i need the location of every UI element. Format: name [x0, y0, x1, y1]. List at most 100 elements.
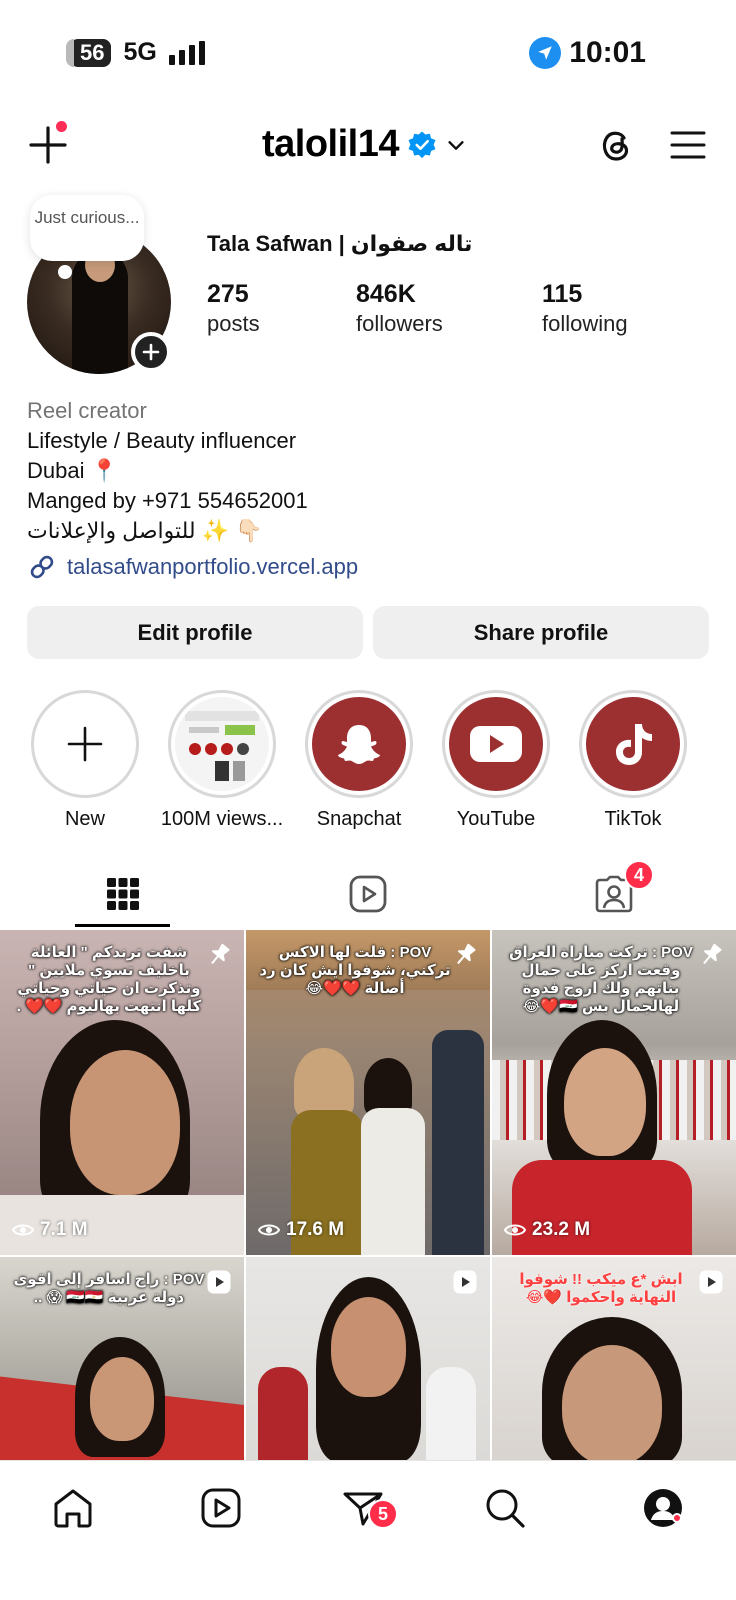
plus-icon — [67, 726, 103, 762]
stat-following[interactable]: 115 following — [542, 280, 628, 337]
tagged-count-badge: 4 — [624, 860, 654, 890]
tab-posts-grid[interactable] — [0, 860, 245, 928]
profile-header: talolil14 — [0, 115, 736, 175]
post-view-count: 17.6 M — [286, 1219, 345, 1240]
reels-icon — [349, 875, 386, 913]
account-switcher[interactable]: talolil14 — [262, 123, 467, 166]
post-tile[interactable]: POV : تركت مباراة العراق وقعت اركز على ج… — [492, 930, 736, 1255]
link-icon — [30, 555, 54, 579]
pin-icon — [457, 943, 476, 965]
profile-actions: Edit profile Share profile — [27, 606, 709, 659]
pin-icon — [211, 943, 230, 965]
stat-label: following — [542, 311, 628, 336]
highlight-bg — [312, 697, 406, 791]
youtube-icon — [470, 726, 522, 762]
highlight-ring — [442, 690, 550, 798]
highlight-label: TikTok — [604, 808, 662, 830]
highlight-bg — [586, 697, 680, 791]
post-tile[interactable]: شفت ترندكم " العائلة باخليف تسوي ملايين … — [0, 930, 244, 1255]
nav-profile[interactable] — [638, 1483, 688, 1533]
bio-link[interactable]: talasafwanportfolio.vercel.app — [27, 552, 707, 582]
highlight-ring — [305, 690, 413, 798]
status-right: 10:01 — [529, 36, 646, 70]
note-text: Just curious... — [34, 208, 140, 227]
nav-search[interactable] — [480, 1483, 530, 1533]
highlight-100m-views[interactable]: 100M views... — [152, 690, 292, 831]
highlight-bg — [449, 697, 543, 791]
menu-button[interactable] — [670, 127, 706, 163]
status-left: 56 5G — [65, 38, 205, 67]
reel-icon — [699, 1270, 723, 1294]
post-caption: ابش *ع ميكب !! شوفوا النهاية واحكموا ❤️😂 — [519, 1271, 683, 1306]
post-face — [564, 1048, 646, 1156]
reels-icon — [201, 1488, 241, 1528]
post-red-hand — [258, 1367, 308, 1460]
post-outfit — [361, 1108, 425, 1255]
highlight-label: YouTube — [456, 808, 536, 830]
highlight-youtube[interactable]: YouTube — [426, 690, 566, 831]
tab-reels[interactable] — [245, 860, 490, 928]
post-tile[interactable]: POV : راح اسافر إلى اقوى دولة عربية 🇮🇶🇪🇬… — [0, 1257, 244, 1460]
post-man — [432, 1030, 484, 1255]
bio-link-text: talasafwanportfolio.vercel.app — [67, 554, 359, 579]
eye-icon — [258, 1224, 280, 1236]
display-name: Tala Safwan | تاله صفوان — [207, 231, 473, 256]
eye-icon — [504, 1224, 526, 1236]
threads-button[interactable] — [596, 125, 636, 165]
bio: Reel creator Lifestyle / Beauty influenc… — [27, 396, 707, 582]
location-arrow-icon — [529, 37, 562, 69]
highlight-tiktok[interactable]: TikTok — [563, 690, 703, 831]
highlight-snapchat[interactable]: Snapchat — [289, 690, 429, 831]
reel-icon — [453, 1270, 477, 1294]
note-bubble[interactable]: Just curious... — [30, 195, 144, 261]
messages-badge: 5 — [368, 1499, 398, 1529]
post-face — [90, 1357, 154, 1441]
reel-icon — [207, 1270, 231, 1294]
tiktok-icon — [616, 724, 652, 765]
tab-tagged[interactable] — [491, 860, 736, 928]
highlight-new[interactable]: New — [15, 690, 155, 831]
highlight-ring — [31, 690, 139, 798]
edit-profile-button[interactable]: Edit profile — [27, 606, 363, 659]
post-caption: POV : راح اسافر إلى اقوى دولة عربية 🇮🇶🇪🇬… — [13, 1271, 205, 1306]
collage-thumbnail — [175, 697, 269, 791]
profile-avatar-icon — [644, 1489, 682, 1527]
profile-notification-dot — [672, 1513, 682, 1523]
hamburger-menu-icon — [670, 131, 706, 159]
nav-reels[interactable] — [196, 1483, 246, 1533]
stat-label: posts — [207, 311, 260, 336]
post-views: 23.2 M — [504, 1219, 590, 1241]
threads-icon — [602, 131, 629, 161]
stat-followers[interactable]: 846K followers — [356, 280, 443, 337]
post-tile[interactable]: ابش *ع ميكب !! شوفوا النهاية واحكموا ❤️😂 — [492, 1257, 736, 1460]
post-tile[interactable] — [246, 1257, 490, 1460]
post-caption: POV : تركت مباراة العراق وقعت اركز على ج… — [509, 944, 693, 1015]
stat-value: 846K — [356, 280, 416, 308]
stat-posts[interactable]: 275 posts — [207, 280, 260, 337]
plus-icon — [142, 343, 160, 361]
profile-tabs: 4 — [0, 860, 736, 930]
bottom-navigation: 5 — [0, 1460, 736, 1600]
bio-line: Dubai 📍 — [27, 458, 118, 483]
grid-icon — [106, 878, 139, 910]
bio-category: Reel creator — [27, 398, 147, 423]
post-view-count: 7.1 M — [40, 1219, 88, 1240]
highlight-label: 100M views... — [160, 808, 284, 830]
status-bar: 56 5G 10:01 — [0, 0, 736, 100]
username: talolil14 — [262, 123, 400, 165]
add-story-button[interactable] — [131, 332, 171, 372]
share-profile-button[interactable]: Share profile — [373, 606, 709, 659]
posts-grid: شفت ترندكم " العائلة باخليف تسوي ملايين … — [0, 930, 736, 1460]
post-tile[interactable]: POV : قلت لها الاكس تركني، شوفوا ايش كان… — [246, 930, 490, 1255]
post-views: 17.6 M — [258, 1219, 344, 1241]
signal-icon — [168, 40, 205, 65]
bio-line: Lifestyle / Beauty influencer — [27, 428, 297, 453]
verified-badge-icon — [408, 131, 436, 158]
pin-icon — [703, 943, 722, 965]
stat-value: 275 — [207, 280, 249, 308]
post-caption: POV : قلت لها الاكس تركني، شوفوا ايش كان… — [259, 944, 451, 997]
bio-line: Manged by +971 554652001 — [27, 488, 308, 513]
nav-home[interactable] — [48, 1483, 98, 1533]
note-bubble-tail — [58, 265, 72, 279]
network-type: 5G — [123, 38, 157, 66]
